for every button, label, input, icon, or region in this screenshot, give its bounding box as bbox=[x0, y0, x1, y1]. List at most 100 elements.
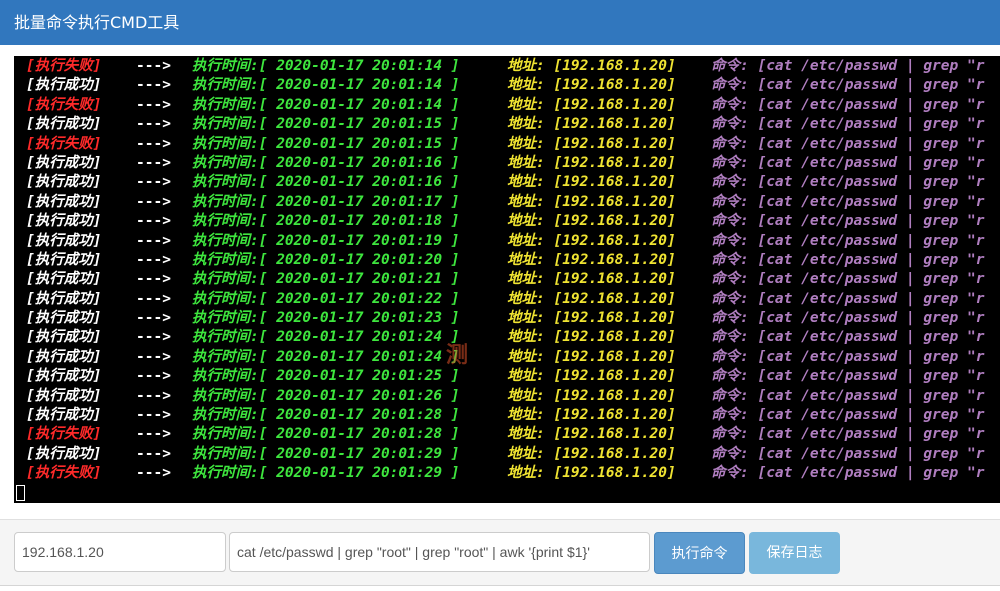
address-text: 地址: [192.168.1.20] bbox=[507, 348, 676, 365]
address-text: 地址: [192.168.1.20] bbox=[507, 407, 676, 424]
status-text: [执行成功] bbox=[26, 232, 102, 249]
time-text: 执行时间:[ 2020-01-17 20:01:14 ] bbox=[192, 96, 460, 113]
output-console[interactable]: [执行失败] ---> 执行时间:[ 2020-01-17 20:01:14 ] 地址… bbox=[14, 56, 1000, 503]
command-text: 命令: [cat /etc/passwd | grep "r bbox=[711, 77, 985, 94]
time-text: 执行时间:[ 2020-01-17 20:01:16 ] bbox=[192, 154, 460, 171]
address-text: 地址: [192.168.1.20] bbox=[507, 77, 676, 94]
command-text: 命令: [cat /etc/passwd | grep "r bbox=[711, 58, 985, 74]
console-line: [执行成功] ---> 执行时间:[ 2020-01-17 20:01:21 ] 地址… bbox=[26, 270, 1000, 289]
time-text: 执行时间:[ 2020-01-17 20:01:14 ] bbox=[192, 77, 460, 94]
arrow-text: ---> bbox=[136, 329, 171, 346]
time-text: 执行时间:[ 2020-01-17 20:01:29 ] bbox=[192, 465, 460, 482]
time-text: 执行时间:[ 2020-01-17 20:01:20 ] bbox=[192, 251, 460, 268]
arrow-text: ---> bbox=[136, 77, 171, 94]
arrow-text: ---> bbox=[136, 310, 171, 327]
time-text: 执行时间:[ 2020-01-17 20:01:15 ] bbox=[192, 116, 460, 133]
execute-command-button[interactable]: 执行命令 bbox=[654, 532, 745, 574]
command-bar: 执行命令 保存日志 bbox=[0, 519, 1000, 586]
console-line: [执行成功] ---> 执行时间:[ 2020-01-17 20:01:25 ] 地址… bbox=[26, 367, 1000, 386]
address-text: 地址: [192.168.1.20] bbox=[507, 232, 676, 249]
address-text: 地址: [192.168.1.20] bbox=[507, 154, 676, 171]
command-text: 命令: [cat /etc/passwd | grep "r bbox=[711, 407, 985, 424]
address-text: 地址: [192.168.1.20] bbox=[507, 368, 676, 385]
address-text: 地址: [192.168.1.20] bbox=[507, 290, 676, 307]
arrow-text: ---> bbox=[136, 232, 171, 249]
app-title: 批量命令执行CMD工具 bbox=[14, 13, 180, 32]
time-text: 执行时间:[ 2020-01-17 20:01:14 ] bbox=[192, 58, 460, 74]
console-line: [执行成功] ---> 执行时间:[ 2020-01-17 20:01:28 ] 地址… bbox=[26, 406, 1000, 425]
arrow-text: ---> bbox=[136, 193, 171, 210]
status-text: [执行成功] bbox=[26, 77, 102, 94]
ip-address-input[interactable] bbox=[14, 532, 226, 572]
command-text: 命令: [cat /etc/passwd | grep "r bbox=[711, 251, 985, 268]
command-text: 命令: [cat /etc/passwd | grep "r bbox=[711, 426, 985, 443]
status-text: [执行成功] bbox=[26, 310, 102, 327]
save-log-button[interactable]: 保存日志 bbox=[749, 532, 840, 574]
console-line: [执行成功] ---> 执行时间:[ 2020-01-17 20:01:18 ] 地址… bbox=[26, 212, 1000, 231]
address-text: 地址: [192.168.1.20] bbox=[507, 445, 676, 462]
command-text: 命令: [cat /etc/passwd | grep "r bbox=[711, 193, 985, 210]
status-text: [执行成功] bbox=[26, 193, 102, 210]
status-text: [执行成功] bbox=[26, 348, 102, 365]
console-lines: [执行失败] ---> 执行时间:[ 2020-01-17 20:01:14 ] 地址… bbox=[26, 57, 1000, 484]
status-text: [执行成功] bbox=[26, 251, 102, 268]
console-line: [执行成功] ---> 执行时间:[ 2020-01-17 20:01:17 ] 地址… bbox=[26, 193, 1000, 212]
time-text: 执行时间:[ 2020-01-17 20:01:29 ] bbox=[192, 445, 460, 462]
time-text: 执行时间:[ 2020-01-17 20:01:22 ] bbox=[192, 290, 460, 307]
console-line: [执行成功] ---> 执行时间:[ 2020-01-17 20:01:16 ] 地址… bbox=[26, 173, 1000, 192]
status-text: [执行成功] bbox=[26, 329, 102, 346]
address-text: 地址: [192.168.1.20] bbox=[507, 387, 676, 404]
console-line: [执行成功] ---> 执行时间:[ 2020-01-17 20:01:23 ] 地址… bbox=[26, 309, 1000, 328]
time-text: 执行时间:[ 2020-01-17 20:01:28 ] bbox=[192, 426, 460, 443]
status-text: [执行成功] bbox=[26, 368, 102, 385]
command-text: 命令: [cat /etc/passwd | grep "r bbox=[711, 348, 985, 365]
title-bar: 批量命令执行CMD工具 bbox=[0, 0, 1000, 45]
status-text: [执行成功] bbox=[26, 445, 102, 462]
command-text: 命令: [cat /etc/passwd | grep "r bbox=[711, 310, 985, 327]
status-text: [执行成功] bbox=[26, 407, 102, 424]
command-text: 命令: [cat /etc/passwd | grep "r bbox=[711, 445, 985, 462]
arrow-text: ---> bbox=[136, 290, 171, 307]
address-text: 地址: [192.168.1.20] bbox=[507, 96, 676, 113]
status-text: [执行失败] bbox=[26, 465, 102, 482]
time-text: 执行时间:[ 2020-01-17 20:01:26 ] bbox=[192, 387, 460, 404]
status-text: [执行成功] bbox=[26, 290, 102, 307]
address-text: 地址: [192.168.1.20] bbox=[507, 213, 676, 230]
time-text: 执行时间:[ 2020-01-17 20:01:23 ] bbox=[192, 310, 460, 327]
command-text: 命令: [cat /etc/passwd | grep "r bbox=[711, 96, 985, 113]
text-cursor bbox=[16, 485, 25, 501]
command-text: 命令: [cat /etc/passwd | grep "r bbox=[711, 329, 985, 346]
status-text: [执行成功] bbox=[26, 213, 102, 230]
arrow-text: ---> bbox=[136, 174, 171, 191]
address-text: 地址: [192.168.1.20] bbox=[507, 271, 676, 288]
time-text: 执行时间:[ 2020-01-17 20:01:19 ] bbox=[192, 232, 460, 249]
address-text: 地址: [192.168.1.20] bbox=[507, 465, 676, 482]
arrow-text: ---> bbox=[136, 58, 171, 74]
arrow-text: ---> bbox=[136, 213, 171, 230]
status-text: [执行失败] bbox=[26, 135, 102, 152]
status-text: [执行失败] bbox=[26, 58, 102, 74]
console-line: [执行失败] ---> 执行时间:[ 2020-01-17 20:01:14 ] 地址… bbox=[26, 57, 1000, 76]
command-text: 命令: [cat /etc/passwd | grep "r bbox=[711, 290, 985, 307]
arrow-text: ---> bbox=[136, 387, 171, 404]
command-text: 命令: [cat /etc/passwd | grep "r bbox=[711, 271, 985, 288]
command-text: 命令: [cat /etc/passwd | grep "r bbox=[711, 232, 985, 249]
arrow-text: ---> bbox=[136, 96, 171, 113]
address-text: 地址: [192.168.1.20] bbox=[507, 329, 676, 346]
command-text: 命令: [cat /etc/passwd | grep "r bbox=[711, 387, 985, 404]
status-text: [执行成功] bbox=[26, 387, 102, 404]
console-line: [执行成功] ---> 执行时间:[ 2020-01-17 20:01:15 ] 地址… bbox=[26, 115, 1000, 134]
arrow-text: ---> bbox=[136, 116, 171, 133]
command-input[interactable] bbox=[229, 532, 650, 572]
command-text: 命令: [cat /etc/passwd | grep "r bbox=[711, 368, 985, 385]
time-text: 执行时间:[ 2020-01-17 20:01:15 ] bbox=[192, 135, 460, 152]
time-text: 执行时间:[ 2020-01-17 20:01:25 ] bbox=[192, 368, 460, 385]
console-line: [执行成功] ---> 执行时间:[ 2020-01-17 20:01:24 ] 地址… bbox=[26, 348, 1000, 367]
console-line: [执行成功] ---> 执行时间:[ 2020-01-17 20:01:29 ] 地址… bbox=[26, 445, 1000, 464]
console-line: [执行成功] ---> 执行时间:[ 2020-01-17 20:01:16 ] 地址… bbox=[26, 154, 1000, 173]
time-text: 执行时间:[ 2020-01-17 20:01:24 ] bbox=[192, 348, 460, 365]
status-text: [执行成功] bbox=[26, 154, 102, 171]
time-text: 执行时间:[ 2020-01-17 20:01:18 ] bbox=[192, 213, 460, 230]
console-line: [执行成功] ---> 执行时间:[ 2020-01-17 20:01:26 ] 地址… bbox=[26, 387, 1000, 406]
command-text: 命令: [cat /etc/passwd | grep "r bbox=[711, 135, 985, 152]
